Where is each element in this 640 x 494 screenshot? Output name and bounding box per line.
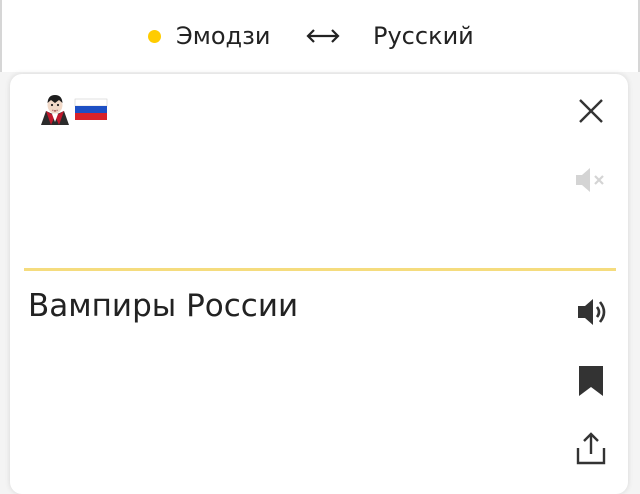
swap-languages-icon[interactable] xyxy=(302,24,344,48)
source-language-label: Эмодзи xyxy=(176,22,271,50)
source-language-dot xyxy=(148,29,161,43)
language-bar: Эмодзи Русский xyxy=(0,0,640,72)
input-area[interactable] xyxy=(10,74,628,268)
target-language-label: Русский xyxy=(373,22,474,50)
speaker-icon[interactable] xyxy=(576,296,610,328)
russia-flag-icon xyxy=(74,98,108,120)
input-output-divider xyxy=(24,268,616,271)
speaker-muted-icon[interactable] xyxy=(574,166,610,194)
share-icon[interactable] xyxy=(575,430,607,466)
source-language-selector[interactable]: Эмодзи xyxy=(148,22,271,50)
output-translation-text: Вампиры России xyxy=(28,288,299,324)
vampire-icon xyxy=(41,95,69,125)
translation-card: Вампиры России xyxy=(10,74,628,494)
target-language-selector[interactable]: Русский xyxy=(373,22,474,50)
input-text[interactable] xyxy=(38,92,108,126)
bookmark-icon[interactable] xyxy=(577,364,605,398)
close-icon[interactable] xyxy=(576,96,606,126)
